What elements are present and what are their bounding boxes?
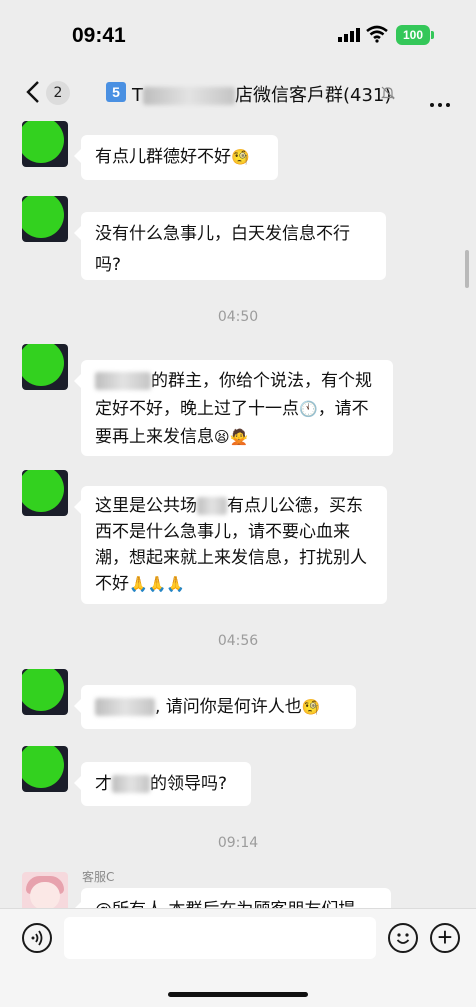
scrollbar[interactable]	[465, 250, 469, 288]
battery-icon: 100	[396, 25, 430, 45]
battery-tip	[431, 31, 434, 39]
timestamp: 04:50	[217, 309, 259, 325]
clock-emoji: 🕚	[299, 400, 318, 418]
avatar[interactable]	[22, 872, 68, 908]
status-bar: 09:41 100	[0, 0, 476, 70]
sender-name: 客服C	[82, 870, 115, 884]
redacted-area	[197, 497, 227, 515]
timestamp: 04:56	[217, 633, 259, 649]
annoyed-emoji: 😫🙅	[214, 428, 249, 446]
unread-count-badge[interactable]: 2	[46, 81, 70, 105]
back-arrow-icon[interactable]	[26, 80, 40, 104]
message-text-cont: 的领导吗?	[150, 774, 228, 794]
redacted-area	[143, 87, 235, 105]
message-text: 才	[95, 774, 112, 794]
avatar[interactable]	[22, 344, 68, 390]
chat-title-suffix: 店微信客戶群(431)	[235, 85, 392, 106]
chat-header: 2 5 T 店微信客戶群(431)	[0, 70, 476, 116]
chat-title-prefix: T	[132, 85, 143, 106]
monocle-emoji: 🧐	[231, 148, 250, 166]
message-bubble[interactable]: @所有人 本群后在为顾客朋友们提	[74, 888, 391, 908]
monocle-emoji: 🧐	[301, 698, 321, 716]
message-bubble[interactable]: 这里是公共场 有点儿公德，买东西不是什么急事儿，请不要心血来潮，想起来就上来发信息…	[74, 486, 387, 604]
avatar[interactable]	[22, 470, 68, 516]
avatar[interactable]	[22, 121, 68, 167]
message-text: 有点儿群德好不好	[95, 147, 231, 167]
avatar[interactable]	[22, 746, 68, 792]
message-text: @所有人 本群后在为顾客朋友们提	[95, 900, 355, 908]
wifi-icon	[366, 25, 388, 43]
message-input[interactable]	[64, 917, 376, 959]
message-text: 没有什么急事儿，白天发信息不行吗?	[95, 224, 350, 275]
mute-bell-icon	[381, 86, 395, 100]
signal-icon	[338, 28, 360, 42]
message-list[interactable]: 有点儿群德好不好🧐 没有什么急事儿，白天发信息不行吗? 04:50 的群主，你给…	[0, 116, 476, 908]
timestamp: 09:14	[217, 835, 259, 851]
avatar[interactable]	[22, 669, 68, 715]
more-options-icon[interactable]	[430, 92, 454, 111]
message-bubble[interactable]: 才 的领导吗?	[74, 762, 251, 806]
redacted-area	[95, 372, 151, 390]
chat-title[interactable]: T 店微信客戶群(431)	[132, 81, 391, 107]
message-bubble[interactable]: , 请问你是何许人也🧐	[74, 685, 356, 729]
pray-emoji: 🙏🙏🙏	[129, 575, 186, 593]
message-bubble[interactable]: 有点儿群德好不好🧐	[74, 135, 278, 180]
message-bubble[interactable]: 没有什么急事儿，白天发信息不行吗?	[74, 212, 386, 280]
redacted-area	[95, 698, 155, 716]
message-text: , 请问你是何许人也	[155, 697, 302, 717]
message-text: 这里是公共场	[95, 496, 197, 516]
plus-icon[interactable]: +	[430, 923, 460, 953]
home-indicator[interactable]	[168, 992, 308, 997]
avatar[interactable]	[22, 196, 68, 242]
emoji-icon[interactable]	[388, 923, 418, 953]
redacted-area	[112, 775, 150, 793]
message-bubble[interactable]: 的群主，你给个说法，有个规定好不好，晚上过了十一点🕚，请不要再上来发信息😫🙅	[74, 360, 393, 456]
voice-input-icon[interactable]	[22, 923, 52, 953]
status-time: 09:41	[72, 24, 126, 47]
group-number-badge: 5	[106, 82, 126, 102]
